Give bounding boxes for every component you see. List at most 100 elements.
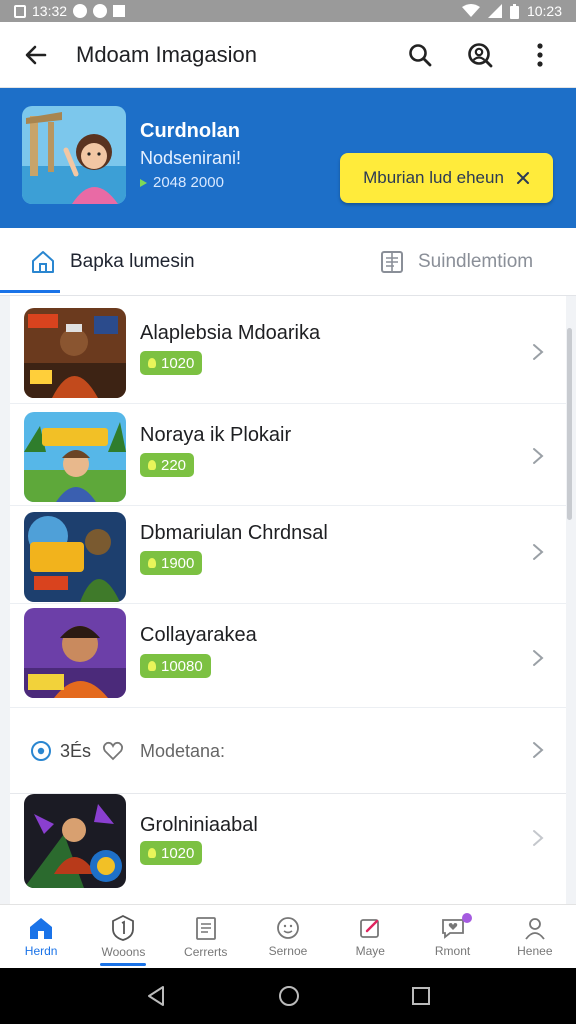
banner-subtitle: Nodsenirani! xyxy=(140,148,242,168)
game-thumbnail xyxy=(24,512,126,602)
arrow-left-icon xyxy=(25,45,47,64)
tab-list-label: Suindlemtiom xyxy=(418,251,534,272)
coin-icon xyxy=(148,460,156,470)
notification-icon xyxy=(73,4,88,18)
points-badge: 1020 xyxy=(140,841,203,865)
nav-profile[interactable]: Henee xyxy=(494,905,576,968)
game-title: Alaplebsia Mdoarika xyxy=(140,322,321,344)
game-title: Dbmariulan Chrdnsal xyxy=(140,522,328,544)
search-button[interactable] xyxy=(400,35,440,75)
warrior-game-art-icon xyxy=(24,308,126,398)
points-value: 1020 xyxy=(161,844,195,862)
notification-dot xyxy=(461,913,472,923)
more-options-button[interactable] xyxy=(520,35,560,75)
fighter-game-art-icon xyxy=(24,794,126,888)
profile-banner: Curdnolan Nodsenirani! 2048 2000 Mburian… xyxy=(0,88,576,228)
system-home-icon[interactable] xyxy=(278,985,300,1007)
points-value: 10080 xyxy=(161,657,203,675)
section-row[interactable]: 3És Modetana: xyxy=(10,708,566,794)
chevron-right-icon xyxy=(533,742,544,758)
tab-list[interactable]: Suindlemtiom xyxy=(380,228,533,296)
nav-profile-label: Henee xyxy=(517,943,553,958)
bottom-nav: Herdn Wooons Cerrerts Sernoe Maye Rmont … xyxy=(0,904,576,968)
chevron-right-icon xyxy=(533,448,544,464)
banner-name: Curdnolan xyxy=(140,120,240,142)
points-badge: 1900 xyxy=(140,551,203,575)
game-thumbnail xyxy=(24,794,126,888)
search-icon xyxy=(409,43,432,66)
banner-cta-button[interactable]: Mburian lud eheun xyxy=(340,153,553,203)
list-item[interactable]: Noraya ik Plokair 220 xyxy=(10,404,566,506)
coin-icon xyxy=(148,358,156,368)
chevron-right-icon xyxy=(533,344,544,360)
system-recents-icon[interactable] xyxy=(411,986,431,1006)
adventure-game-art-icon xyxy=(24,412,126,502)
chevron-right-icon xyxy=(533,830,544,846)
game-thumbnail xyxy=(24,308,126,398)
tab-home[interactable]: Bapka lumesin xyxy=(30,228,195,296)
section-prefix: 3És xyxy=(60,741,92,761)
radio-target-icon xyxy=(31,741,51,761)
game-thumbnail xyxy=(24,412,126,502)
screenshot-icon xyxy=(14,4,26,18)
chevron-right-icon xyxy=(533,544,544,560)
banner-cta-label: Mburian lud eheun xyxy=(363,168,504,187)
list-item[interactable]: Grolniniaabal 1020 xyxy=(10,794,566,904)
scrollbar[interactable] xyxy=(567,328,572,520)
more-vert-icon xyxy=(537,42,543,67)
close-icon[interactable] xyxy=(516,171,530,185)
home-icon xyxy=(30,917,53,939)
game-title: Noraya ik Plokair xyxy=(140,424,292,446)
list-item[interactable]: Dbmariulan Chrdnsal 1900 xyxy=(10,506,566,604)
game-title: Collayarakea xyxy=(140,624,257,646)
user-search-icon xyxy=(468,42,493,67)
nav-edit[interactable]: Maye xyxy=(329,905,411,968)
app-bar: Mdoam Imagasion xyxy=(0,22,576,88)
system-nav-bar xyxy=(0,968,576,1024)
banner-points-value: 2048 2000 xyxy=(153,174,224,191)
section-label: Modetana: xyxy=(140,741,226,761)
character-avatar-icon xyxy=(22,106,126,204)
banner-points: 2048 2000 xyxy=(140,174,224,191)
banner-avatar xyxy=(22,106,126,204)
profile-icon xyxy=(525,917,545,940)
edit-icon xyxy=(360,918,380,938)
chevron-right-icon xyxy=(533,650,544,666)
points-value: 1020 xyxy=(161,354,195,372)
nav-badges[interactable]: Wooons xyxy=(82,905,164,968)
back-button[interactable] xyxy=(16,35,56,75)
signal-icon xyxy=(487,4,502,18)
battery-icon xyxy=(509,3,519,19)
nav-documents[interactable]: Cerrerts xyxy=(165,905,247,968)
wifi-icon xyxy=(461,4,480,17)
list-doc-icon xyxy=(381,251,403,273)
list-item[interactable]: Alaplebsia Mdoarika 1020 xyxy=(10,296,566,404)
coin-icon xyxy=(148,558,156,568)
home-outline-icon xyxy=(32,251,54,273)
page-title: Mdoam Imagasion xyxy=(76,41,257,67)
points-value: 1900 xyxy=(161,554,195,572)
coin-icon xyxy=(148,848,156,858)
system-back-icon[interactable] xyxy=(145,985,167,1007)
battle-game-art-icon xyxy=(24,512,126,602)
nav-edit-label: Maye xyxy=(355,943,385,958)
list-item[interactable]: Collayarakea 10080 xyxy=(10,604,566,708)
alert-icon xyxy=(93,4,108,18)
status-time-left: 13:32 xyxy=(32,3,68,19)
media-icon xyxy=(113,5,126,17)
points-value: 220 xyxy=(161,456,187,474)
nav-social[interactable]: Sernoe xyxy=(247,905,329,968)
game-thumbnail xyxy=(24,608,126,698)
points-badge: 10080 xyxy=(140,654,211,678)
account-search-button[interactable] xyxy=(460,35,500,75)
document-icon xyxy=(195,916,216,940)
nav-social-label: Sernoe xyxy=(268,943,308,958)
heart-outline-icon xyxy=(102,741,124,761)
points-badge: 220 xyxy=(140,453,195,477)
status-bar: 13:32 10:23 xyxy=(0,0,576,22)
tab-home-label: Bapka lumesin xyxy=(70,251,195,272)
nav-home[interactable]: Herdn xyxy=(0,905,82,968)
nav-messages[interactable]: Rmont xyxy=(411,905,493,968)
nav-messages-label: Rmont xyxy=(434,943,471,958)
game-list: Alaplebsia Mdoarika 1020 Noraya ik Ploka… xyxy=(10,296,566,904)
